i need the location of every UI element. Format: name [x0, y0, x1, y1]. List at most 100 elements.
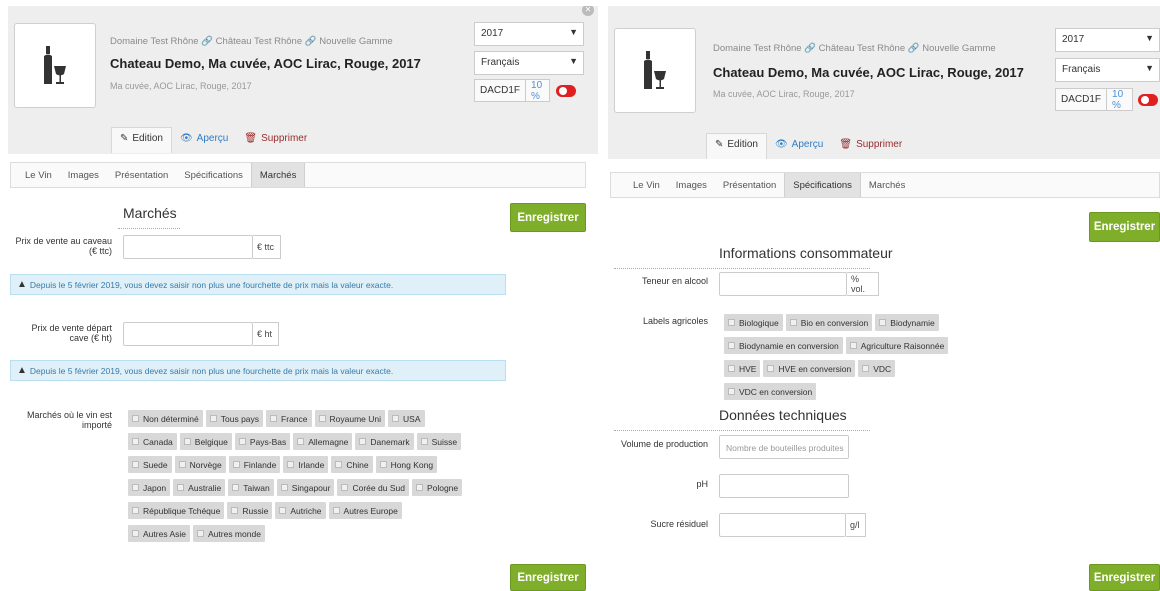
save-button[interactable]: Enregistrer [1089, 212, 1160, 242]
ph-input[interactable] [719, 474, 849, 498]
year-select[interactable]: 2017 ▼ [474, 22, 584, 46]
tab-marches[interactable]: Marchés [861, 173, 913, 197]
market-checkbox[interactable]: Belgique [179, 433, 232, 450]
edit-button[interactable]: ✎ Edition [111, 127, 172, 153]
language-select[interactable]: Français ▼ [474, 51, 584, 75]
market-checkbox[interactable]: Pays-Bas [234, 433, 291, 450]
market-checkbox[interactable]: Allemagne [293, 433, 353, 450]
market-checkbox[interactable]: Australie [173, 479, 226, 496]
tab-le-vin[interactable]: Le Vin [11, 163, 60, 187]
market-checkbox[interactable]: Russie [227, 502, 273, 519]
agri-label-checkbox[interactable]: HVE [724, 360, 761, 377]
market-checkbox[interactable]: République Tchéque [128, 502, 225, 519]
agri-label-checkbox[interactable]: VDC en conversion [724, 383, 817, 400]
market-checkbox[interactable]: Taiwan [228, 479, 274, 496]
agri-labels-label: Labels agricoles [642, 316, 708, 326]
agri-label-checkbox[interactable]: Biodynamie [875, 314, 939, 331]
tab-images[interactable]: Images [668, 173, 715, 197]
checkbox-icon [287, 461, 295, 468]
markets-checkbox-group: Non déterminé Tous pays France Royaume Uni U… [128, 408, 468, 546]
sugar-input[interactable] [719, 513, 846, 537]
crumb-chateau[interactable]: Château Test Rhône [216, 36, 302, 47]
checkbox-icon [209, 415, 217, 422]
market-checkbox[interactable]: France [266, 410, 312, 427]
preview-label: Aperçu [791, 138, 824, 150]
volume-input[interactable]: Nombre de bouteilles produites [719, 435, 849, 459]
tab-specifications[interactable]: Spécifications [176, 163, 251, 187]
preview-button[interactable]: 👁 Aperçu [767, 133, 831, 159]
delete-button[interactable]: 🗑 Supprimer [236, 127, 315, 153]
tab-images[interactable]: Images [60, 163, 107, 187]
crumb-gamme[interactable]: Nouvelle Gamme [319, 36, 392, 47]
agri-label-checkbox-label: VDC [873, 363, 892, 374]
volume-label: Volume de production [620, 439, 708, 449]
crumb-chateau[interactable]: Château Test Rhône [819, 43, 905, 54]
market-checkbox[interactable]: Norvège [174, 456, 226, 473]
wine-title: Chateau Demo, Ma cuvée, AOC Lirac, Rouge… [713, 65, 1024, 80]
save-button[interactable]: Enregistrer [510, 203, 586, 232]
checkbox-icon [420, 438, 428, 445]
agri-label-checkbox[interactable]: Agriculture Raisonnée [845, 337, 949, 354]
market-checkbox[interactable]: Autres Europe [328, 502, 402, 519]
section-underline [118, 228, 180, 229]
market-checkbox-label: Canada [143, 436, 173, 447]
checkbox-icon [341, 484, 349, 491]
tab-specifications[interactable]: Spécifications [784, 173, 861, 197]
market-checkbox-label: Pologne [426, 482, 459, 493]
crumb-domaine[interactable]: Domaine Test Rhône [110, 36, 199, 47]
language-select[interactable]: Français ▼ [1055, 58, 1160, 82]
checkbox-icon [379, 461, 387, 468]
market-checkbox[interactable]: Autriche [275, 502, 326, 519]
edit-button[interactable]: ✎ Edition [706, 133, 767, 159]
agri-label-checkbox[interactable]: Bio en conversion [785, 314, 873, 331]
save-button-bottom[interactable]: Enregistrer [510, 564, 586, 591]
market-checkbox[interactable]: Irlande [283, 456, 329, 473]
checkbox-icon [132, 484, 139, 491]
checkbox-icon [335, 461, 343, 468]
publish-toggle[interactable] [1138, 94, 1158, 106]
market-checkbox[interactable]: Autres Asie [128, 525, 190, 542]
tab-le-vin[interactable]: Le Vin [611, 173, 668, 197]
save-button-bottom[interactable]: Enregistrer [1089, 564, 1160, 591]
tab-marches[interactable]: Marchés [250, 163, 306, 187]
agri-label-checkbox[interactable]: HVE en conversion [763, 360, 856, 377]
wine-thumbnail [14, 23, 96, 108]
market-checkbox[interactable]: Autres monde [193, 525, 265, 542]
market-checkbox[interactable]: Chine [331, 456, 373, 473]
market-checkbox[interactable]: Corée du Sud [337, 479, 409, 496]
sugar-label: Sucre résiduel [650, 519, 708, 529]
caveau-price-input[interactable] [123, 235, 253, 259]
market-checkbox[interactable]: Non déterminé [128, 410, 203, 427]
market-checkbox[interactable]: Finlande [228, 456, 281, 473]
market-checkbox[interactable]: Royaume Uni [314, 410, 386, 427]
market-checkbox-label: Japon [143, 482, 167, 493]
tab-presentation[interactable]: Présentation [715, 173, 784, 197]
crumb-gamme[interactable]: Nouvelle Gamme [922, 43, 995, 54]
agri-label-checkbox[interactable]: Biologique [724, 314, 783, 331]
chevron-down-icon: ▼ [1145, 63, 1154, 73]
alcohol-label: Teneur en alcool [641, 276, 708, 286]
market-checkbox[interactable]: Singapour [276, 479, 335, 496]
preview-button[interactable]: 👁 Aperçu [172, 127, 236, 153]
depart-price-input[interactable] [123, 322, 253, 346]
market-checkbox[interactable]: Pologne [411, 479, 463, 496]
market-checkbox[interactable]: USA [388, 410, 425, 427]
market-checkbox[interactable]: Japon [128, 479, 171, 496]
delete-button[interactable]: 🗑 Supprimer [831, 133, 910, 159]
market-checkbox[interactable]: Canada [128, 433, 177, 450]
alcohol-input[interactable] [719, 272, 847, 296]
market-checkbox[interactable]: Suisse [416, 433, 462, 450]
publish-toggle[interactable] [556, 85, 576, 97]
crumb-domaine[interactable]: Domaine Test Rhône [713, 43, 802, 54]
market-checkbox[interactable]: Danemark [355, 433, 414, 450]
agri-label-checkbox[interactable]: Biodynamie en conversion [724, 337, 843, 354]
market-checkbox[interactable]: Hong Kong [375, 456, 438, 473]
agri-label-checkbox[interactable]: VDC [858, 360, 896, 377]
market-checkbox-label: Corée du Sud [352, 482, 405, 493]
year-select[interactable]: 2017 ▼ [1055, 28, 1160, 52]
tab-presentation[interactable]: Présentation [107, 163, 176, 187]
market-checkbox[interactable]: Tous pays [205, 410, 264, 427]
year-select-value: 2017 [481, 28, 504, 39]
market-checkbox[interactable]: Suede [128, 456, 172, 473]
market-checkbox-label: Singapour [291, 482, 331, 493]
